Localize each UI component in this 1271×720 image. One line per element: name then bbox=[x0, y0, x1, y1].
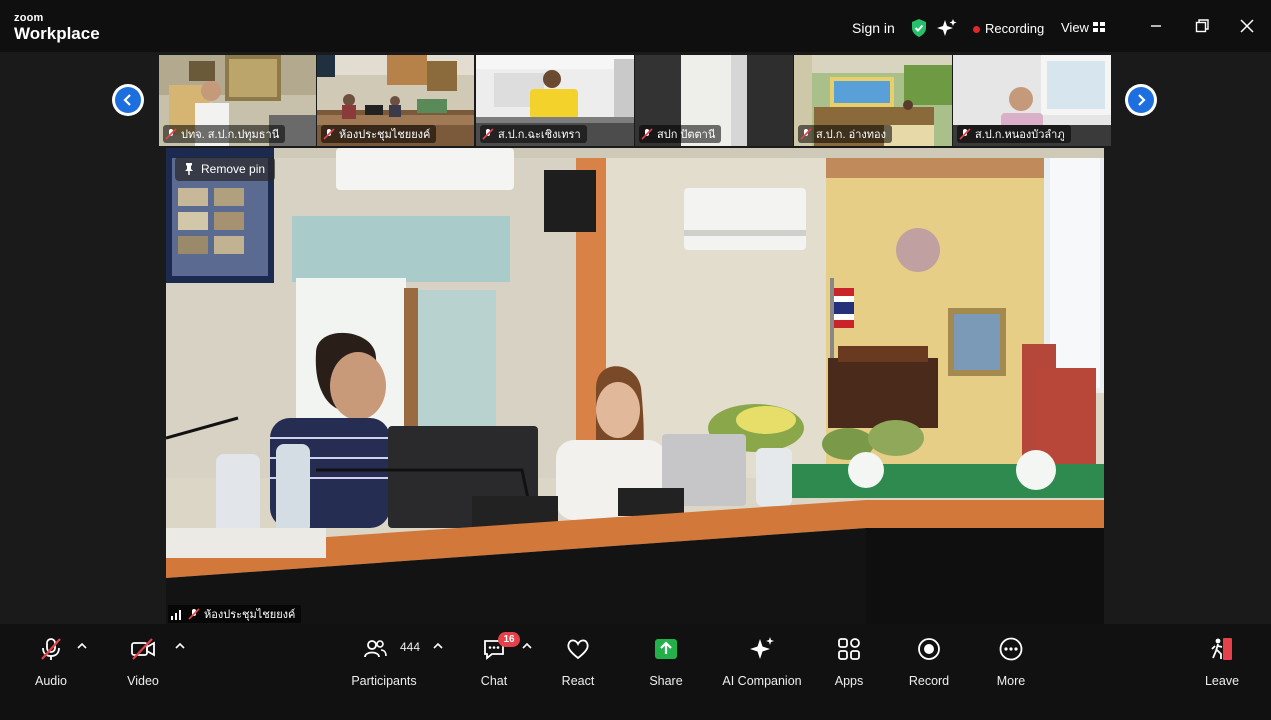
logo-line1: zoom bbox=[14, 12, 44, 24]
mic-muted-icon bbox=[800, 128, 812, 140]
heart-icon bbox=[567, 639, 589, 660]
more-label: More bbox=[996, 674, 1026, 688]
record-button[interactable]: Record bbox=[902, 634, 956, 694]
tile-name: สปก ปัตตานี bbox=[657, 129, 716, 141]
meeting-toolbar: Audio Video Participants Chat React Shar… bbox=[0, 624, 1271, 720]
tile-label: สปก ปัตตานี bbox=[639, 125, 722, 143]
video-feed bbox=[166, 148, 1104, 624]
record-icon bbox=[918, 638, 940, 660]
pin-icon bbox=[185, 163, 193, 175]
apps-button[interactable]: Apps bbox=[824, 634, 874, 694]
pinned-video[interactable] bbox=[166, 148, 1104, 624]
chevron-right-icon bbox=[1138, 94, 1146, 106]
mic-muted-icon bbox=[959, 128, 971, 140]
tile-label: ส.ป.ก.หนองบัวลำภู bbox=[957, 125, 1071, 143]
title-bar: zoom Workplace Sign in Recording View bbox=[0, 0, 1271, 52]
chevron-up-icon[interactable] bbox=[522, 642, 532, 650]
participant-tile[interactable]: ส.ป.ก.ฉะเชิงเทรา bbox=[476, 55, 634, 146]
chat-unread-badge: 16 bbox=[498, 632, 520, 647]
view-button[interactable]: View bbox=[1061, 20, 1089, 35]
participant-count: 444 bbox=[400, 640, 421, 654]
tile-name: ปทจ. ส.ป.ก.ปทุมธานี bbox=[181, 129, 280, 141]
audio-label: Audio bbox=[35, 674, 67, 688]
more-button[interactable]: More bbox=[986, 634, 1036, 694]
zoom-logo: zoom Workplace bbox=[14, 12, 100, 43]
signal-bars-icon bbox=[171, 610, 181, 620]
chat-label: Chat bbox=[480, 674, 508, 688]
mic-muted-icon bbox=[641, 128, 653, 140]
leave-icon bbox=[1211, 638, 1232, 660]
restore-icon[interactable] bbox=[1192, 16, 1212, 36]
logo-line2: Workplace bbox=[14, 24, 100, 43]
share-label: Share bbox=[649, 674, 683, 688]
audio-button[interactable]: Audio bbox=[26, 634, 76, 694]
minimize-icon[interactable] bbox=[1146, 16, 1166, 36]
apps-icon bbox=[838, 638, 860, 660]
remove-pin-label: Remove pin bbox=[201, 162, 266, 176]
record-label: Record bbox=[908, 674, 950, 688]
ai-sparkle-icon bbox=[750, 637, 774, 659]
chevron-up-icon[interactable] bbox=[175, 642, 185, 650]
tile-name: ห้องประชุมไชยยงค์ bbox=[339, 129, 431, 141]
apps-label: Apps bbox=[834, 674, 864, 688]
participant-tile[interactable]: ห้องประชุมไชยยงค์ bbox=[317, 55, 474, 146]
participant-tile[interactable]: ส.ป.ก. อ่างทอง bbox=[794, 55, 952, 146]
recording-label[interactable]: Recording bbox=[985, 21, 1044, 36]
mic-muted-icon bbox=[165, 128, 177, 140]
tile-label: ปทจ. ส.ป.ก.ปทุมธานี bbox=[163, 125, 286, 143]
share-screen-icon bbox=[655, 639, 677, 659]
ai-companion-button[interactable]: AI Companion bbox=[718, 634, 806, 694]
tile-label: ห้องประชุมไชยยงค์ bbox=[321, 125, 437, 143]
leave-button[interactable]: Leave bbox=[1198, 634, 1246, 694]
speaker-label: ห้องประชุมไชยยงค์ bbox=[168, 605, 302, 623]
remove-pin-button[interactable]: Remove pin bbox=[175, 157, 276, 181]
mic-muted-icon bbox=[41, 638, 61, 660]
react-label: React bbox=[561, 674, 595, 688]
mic-muted-icon bbox=[188, 608, 200, 620]
participant-tile[interactable]: สปก ปัตตานี bbox=[635, 55, 793, 146]
tile-name: ส.ป.ก.หนองบัวลำภู bbox=[975, 129, 1065, 141]
video-button[interactable]: Video bbox=[118, 634, 168, 694]
share-button[interactable]: Share bbox=[641, 634, 691, 694]
next-page-button[interactable] bbox=[1125, 84, 1157, 116]
recording-dot-icon bbox=[973, 26, 980, 33]
shield-icon[interactable] bbox=[910, 18, 928, 38]
video-label: Video bbox=[127, 674, 159, 688]
participants-label: Participants bbox=[351, 674, 417, 688]
more-icon bbox=[999, 637, 1023, 661]
close-icon[interactable] bbox=[1237, 16, 1257, 36]
tile-name: ส.ป.ก.ฉะเชิงเทรา bbox=[498, 129, 581, 141]
tile-name: ส.ป.ก. อ่างทอง bbox=[816, 129, 886, 141]
mic-muted-icon bbox=[482, 128, 494, 140]
chevron-up-icon[interactable] bbox=[433, 642, 443, 650]
react-button[interactable]: React bbox=[553, 634, 603, 694]
chevron-up-icon[interactable] bbox=[77, 642, 87, 650]
sparkle-icon[interactable] bbox=[937, 18, 957, 38]
tile-label: ส.ป.ก. อ่างทอง bbox=[798, 125, 892, 143]
participant-tile[interactable]: ส.ป.ก.หนองบัวลำภู bbox=[953, 55, 1111, 146]
speaker-name: ห้องประชุมไชยยงค์ bbox=[204, 609, 296, 621]
leave-label: Leave bbox=[1204, 674, 1240, 688]
previous-page-button[interactable] bbox=[112, 84, 144, 116]
grid-view-icon[interactable] bbox=[1093, 22, 1105, 32]
camera-off-icon bbox=[131, 638, 155, 660]
tile-label: ส.ป.ก.ฉะเชิงเทรา bbox=[480, 125, 587, 143]
sign-in-link[interactable]: Sign in bbox=[852, 20, 895, 36]
chevron-left-icon bbox=[123, 94, 131, 106]
participants-icon bbox=[363, 640, 387, 658]
ai-companion-label: AI Companion bbox=[722, 674, 802, 688]
mic-muted-icon bbox=[323, 128, 335, 140]
participant-tile[interactable]: ปทจ. ส.ป.ก.ปทุมธานี bbox=[159, 55, 316, 146]
